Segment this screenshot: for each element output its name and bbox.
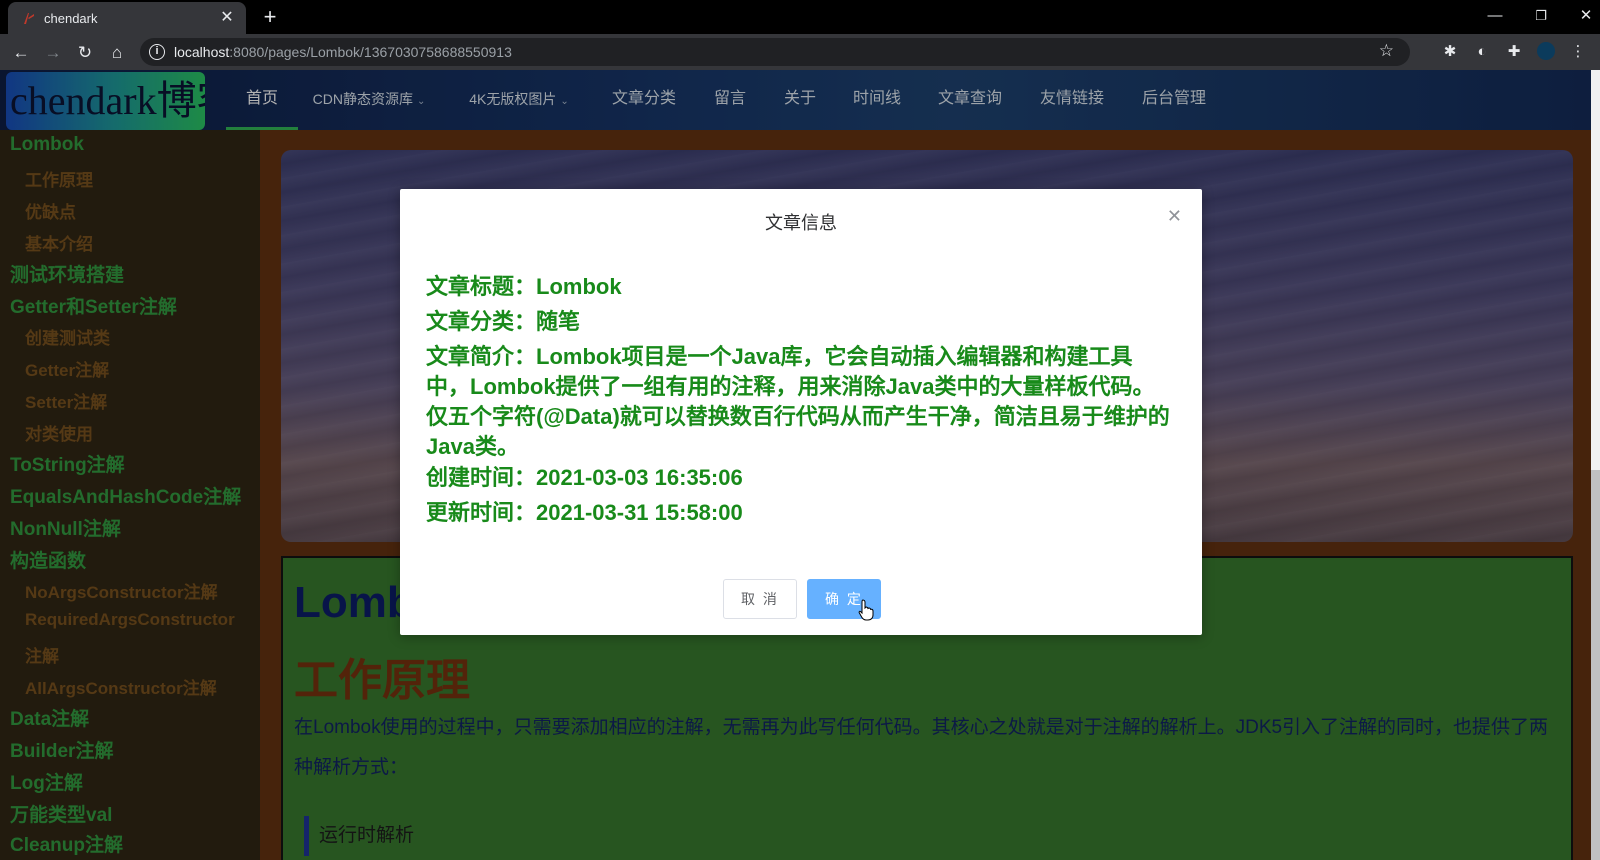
dialog-category: 文章分类：随笔 <box>426 309 581 334</box>
dialog-article-title: 文章标题：Lombok <box>426 274 622 299</box>
minimize-icon[interactable]: — <box>1481 4 1509 28</box>
new-tab-icon[interactable]: + <box>258 5 282 29</box>
close-tab-icon[interactable]: ✕ <box>218 9 236 27</box>
reload-icon[interactable]: ↻ <box>72 40 98 66</box>
dialog-title: 文章信息 <box>765 213 837 233</box>
profile-avatar-icon[interactable] <box>1536 42 1556 62</box>
more-menu-icon[interactable]: ⋮ <box>1568 42 1588 62</box>
restore-icon[interactable]: ❐ <box>1527 4 1555 28</box>
puzzle-extensions-icon[interactable]: ✚ <box>1504 42 1524 62</box>
cancel-button[interactable]: 取 消 <box>723 579 797 619</box>
bookmark-star-icon[interactable]: ☆ <box>1379 41 1394 61</box>
dialog-updated-time: 更新时间：2021-03-31 15:58:00 <box>426 500 743 525</box>
article-info-dialog: 文章信息 ✕ 文章标题：Lombok 文章分类：随笔 文章简介：Lombok项目… <box>400 189 1202 635</box>
forward-icon[interactable]: → <box>40 40 66 66</box>
home-icon[interactable]: ⌂ <box>104 40 130 66</box>
address-bar[interactable]: i localhost:8080/pages/Lombok/1367030758… <box>140 38 1410 66</box>
browser-toolbar: ← → ↻ ⌂ i localhost:8080/pages/Lombok/13… <box>0 34 1600 70</box>
site-info-icon[interactable]: i <box>149 44 165 60</box>
back-icon[interactable]: ← <box>8 40 34 66</box>
url-text: localhost:8080/pages/Lombok/136703075868… <box>174 44 512 60</box>
tab-title: chendark <box>44 11 98 26</box>
window-close-icon[interactable]: ✕ <box>1572 4 1600 28</box>
browser-tabbar: chendark ✕ + — ❐ ✕ <box>0 0 1600 34</box>
dialog-summary: 文章简介：Lombok项目是一个Java库，它会自动插入编辑器和构建工具中，Lo… <box>426 344 1170 459</box>
extension-icon[interactable]: ◐ <box>1472 42 1492 62</box>
browser-tab[interactable]: chendark ✕ <box>8 2 246 34</box>
dialog-created-time: 创建时间：2021-03-03 16:35:06 <box>426 465 743 490</box>
scrollbar-thumb[interactable] <box>1591 470 1600 860</box>
settings-extension-icon[interactable]: ✱ <box>1440 42 1460 62</box>
hand-cursor-icon <box>858 599 874 621</box>
close-icon[interactable]: ✕ <box>1167 207 1182 225</box>
favicon-icon <box>24 13 34 24</box>
page-viewport: chendark博客 首页 CDN静态资源库⌄ 4K无版权图片⌄ 文章分类 留言… <box>0 70 1600 860</box>
page-scrollbar[interactable] <box>1591 70 1600 860</box>
